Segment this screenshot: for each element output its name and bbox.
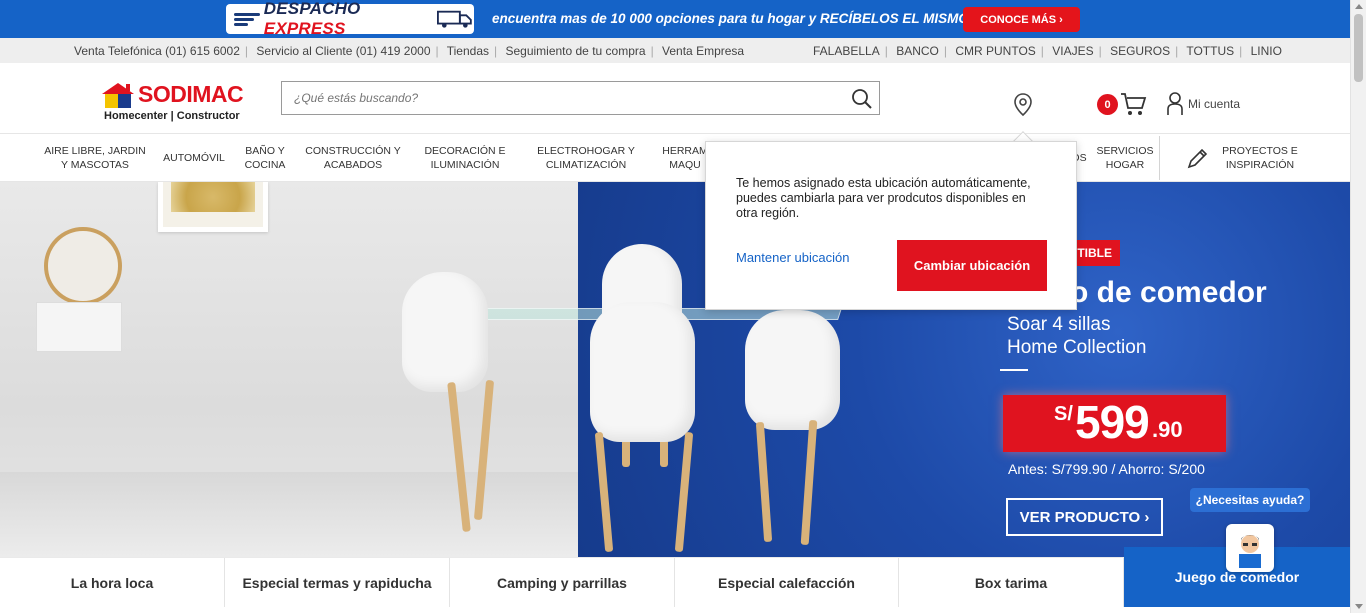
cart-count-badge: 0 [1097,94,1118,115]
hero-subtitle: Home Collection [1007,337,1147,358]
nav-item-bano-cocina[interactable]: BAÑO Y COCINA [236,134,294,182]
promo-brand: DESPACHO EXPRESS [263,0,361,38]
location-pin-icon[interactable] [1013,93,1033,117]
brand-link[interactable]: BANCO [896,44,939,58]
chair [745,310,840,430]
cart-button[interactable]: 0 [1097,91,1149,117]
brand-link[interactable]: FALABELLA [813,44,880,58]
nav-item-automovil[interactable]: AUTOMÓVIL [158,134,230,182]
speed-lines-icon [234,11,260,27]
hero-room-image [0,182,580,557]
scroll-down-arrow[interactable] [1355,604,1363,609]
scroll-up-arrow[interactable] [1355,4,1363,9]
hero-banner[interactable]: TIBLE o de comedor Soar 4 sillas Home Co… [0,182,1350,557]
utility-link[interactable]: Tiendas [447,44,489,58]
hero-subtitle: Soar 4 sillas [1007,314,1111,335]
price-integer: 599 [1075,396,1150,448]
previous-price: Antes: S/799.90 / Ahorro: S/200 [1008,461,1205,477]
price-box: S/ 599 .90 [1003,395,1226,452]
floor [0,472,580,557]
nav-item-decoracion[interactable]: DECORACIÓN E ILUMINACIÓN [412,134,518,182]
wall-frame [158,182,268,232]
help-agent-avatar[interactable] [1226,524,1274,572]
nav-divider [1159,136,1160,180]
account-button[interactable]: Mi cuenta [1166,91,1240,117]
user-icon [1167,92,1183,115]
utility-link[interactable]: Servicio al Cliente (01) 419 2000 [256,44,430,58]
truck-icon [437,10,473,28]
keep-location-link[interactable]: Mantener ubicación [736,250,849,265]
category-nav: AIRE LIBRE, JARDIN Y MASCOTAS AUTOMÓVIL … [0,134,1350,182]
nav-item-herramientas[interactable]: HERRAM MAQU [660,134,710,182]
brand-link[interactable]: SEGUROS [1110,44,1170,58]
nav-item-proyectos[interactable]: PROYECTOS E INSPIRACIÓN [1214,134,1306,182]
brand-link[interactable]: VIAJES [1052,44,1093,58]
utility-link[interactable]: Venta Telefónica (01) 615 6002 [74,44,240,58]
hero-title: o de comedor [1070,276,1267,309]
search-icon[interactable] [851,88,873,110]
house-logo-icon [102,83,134,108]
conoce-mas-button[interactable]: CONOCE MÁS › [963,7,1080,32]
nav-item-construccion[interactable]: CONSTRUCCIÓN Y ACABADOS [302,134,404,182]
logo-wordmark: SODIMAC [138,81,244,107]
round-mirror [44,227,122,305]
tab-calefaccion[interactable]: Especial calefacción [675,558,899,607]
price-currency: S/ [1054,403,1073,425]
promo-text: encuentra mas de 10 000 opciones para tu… [492,11,996,26]
header: SODIMAC Homecenter | Constructor 0 Mi cu… [0,63,1350,134]
page-scrollbar[interactable] [1350,0,1366,613]
pencil-icon [1187,148,1208,169]
agent-icon [1239,535,1261,568]
utility-bar: Venta Telefónica (01) 615 6002 | Servicio… [0,38,1350,63]
nav-item-aire-libre[interactable]: AIRE LIBRE, JARDIN Y MASCOTAS [40,134,150,182]
chair [402,272,488,392]
tab-termas-rapiducha[interactable]: Especial termas y rapiducha [225,558,450,607]
tab-box-tarima[interactable]: Box tarima [899,558,1124,607]
popup-message: Te hemos asignado esta ubicación automát… [736,176,1031,220]
utility-links-left: Venta Telefónica (01) 615 6002 | Servicio… [74,44,745,58]
ver-producto-button[interactable]: VER PRODUCTO › [1006,498,1163,536]
price-decimal: .90 [1152,417,1183,442]
brand-link[interactable]: TOTTUS [1186,44,1234,58]
sodimac-logo[interactable]: SODIMAC Homecenter | Constructor [100,79,270,123]
nav-item-servicios-hogar[interactable]: SERVICIOS HOGAR [1094,134,1156,182]
promo-bar: DESPACHO EXPRESS encuentra mas de 10 000… [0,0,1350,38]
search-bar [281,81,880,115]
hero-divider [1000,369,1028,371]
brand-link[interactable]: LINIO [1251,44,1282,58]
chair [590,302,695,442]
nav-item-electrohogar[interactable]: ELECTROHOGAR Y CLIMATIZACIÓN [530,134,642,182]
location-popup: Te hemos asignado esta ubicación automát… [705,141,1077,310]
cart-icon [1121,93,1147,115]
utility-link[interactable]: Venta Empresa [662,44,744,58]
tab-camping-parrillas[interactable]: Camping y parrillas [450,558,675,607]
utility-link[interactable]: Seguimiento de tu compra [505,44,645,58]
side-shelf [36,302,122,352]
change-location-button[interactable]: Cambiar ubicación [897,240,1047,291]
logo-subtitle: Homecenter | Constructor [104,110,240,122]
group-brands-links: FALABELLA | BANCO | CMR PUNTOS | VIAJES | SE… [813,44,1282,58]
search-input[interactable] [282,82,822,114]
tab-hora-loca[interactable]: La hora loca [0,558,225,607]
promo-tabs: La hora loca Especial termas y rapiducha… [0,547,1350,607]
account-label: Mi cuenta [1188,97,1241,111]
despacho-express-logo[interactable]: DESPACHO EXPRESS [226,0,474,38]
scroll-thumb[interactable] [1354,14,1363,82]
help-chat-bubble[interactable]: ¿Necesitas ayuda? [1190,488,1310,512]
brand-link[interactable]: CMR PUNTOS [955,44,1035,58]
